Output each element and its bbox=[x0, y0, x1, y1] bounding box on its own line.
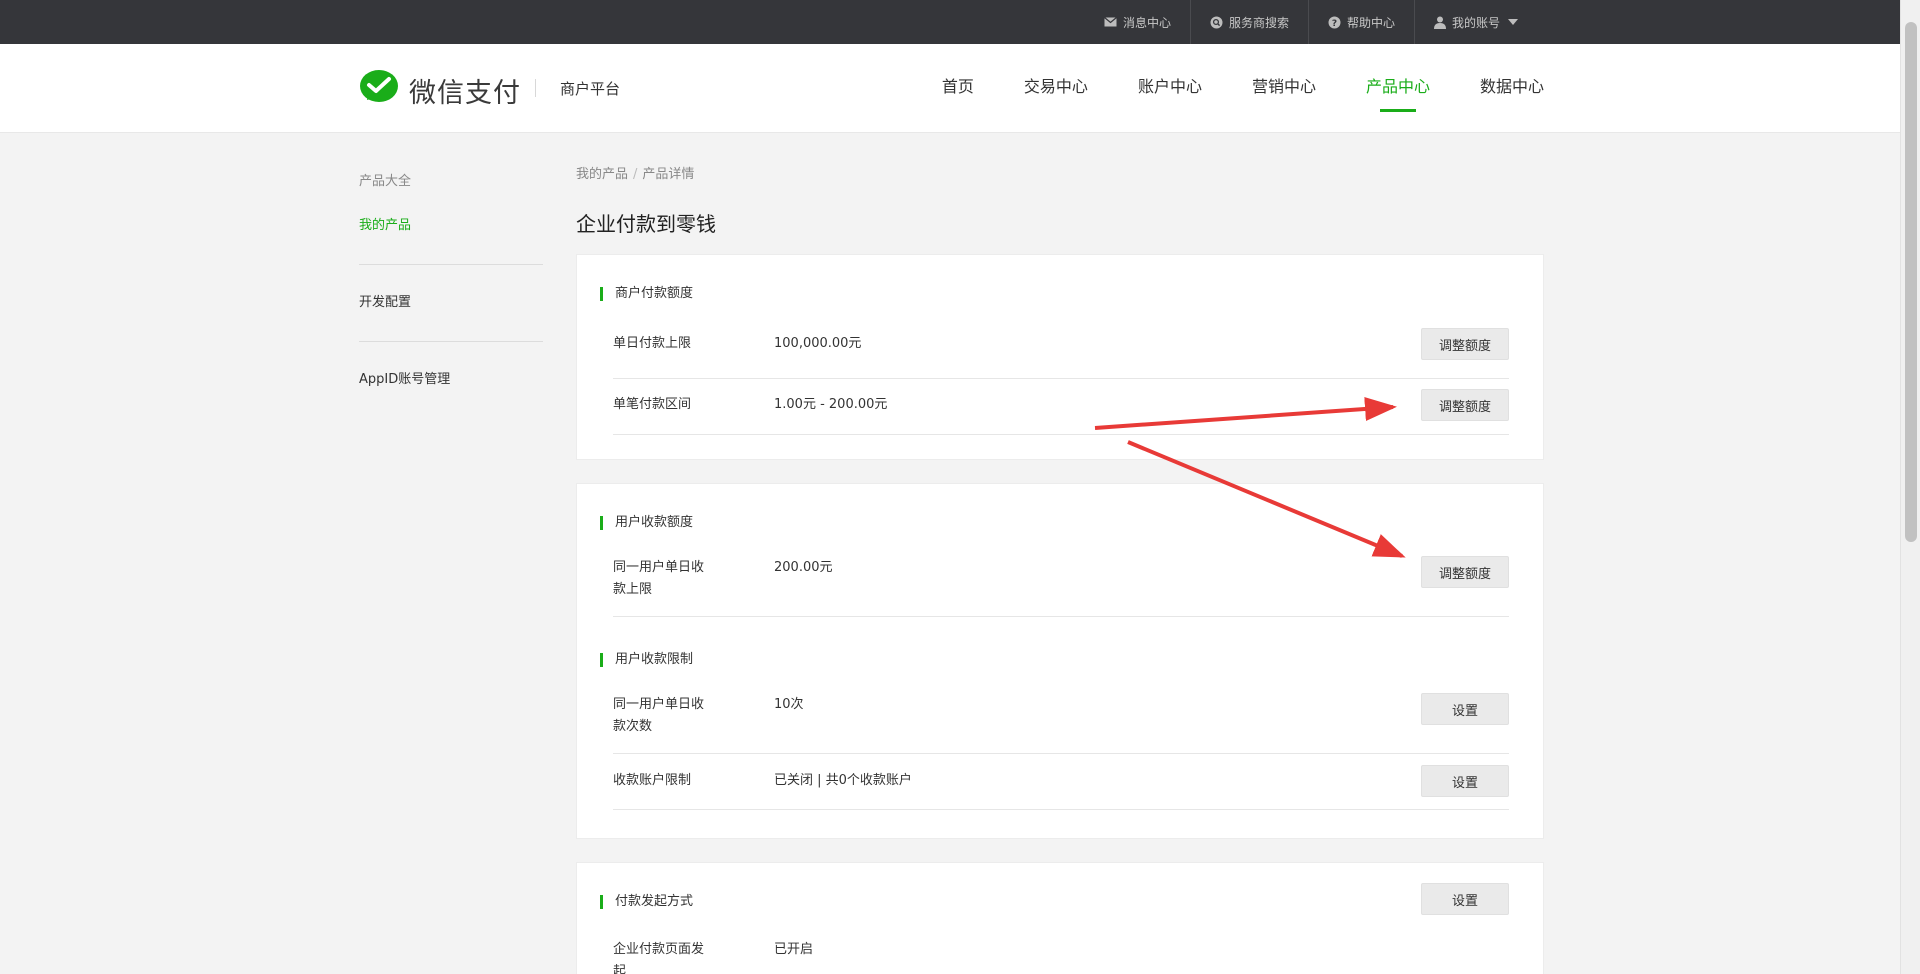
svg-text:?: ? bbox=[1332, 19, 1337, 29]
sidebar: 产品大全 我的产品 开发配置 AppID账号管理 bbox=[359, 160, 543, 418]
logo-divider bbox=[535, 79, 536, 97]
chevron-down-icon bbox=[1508, 19, 1518, 25]
adjust-single-range-button[interactable]: 调整额度 bbox=[1421, 389, 1509, 421]
row-user-daily-receive-limit: 同一用户单日收款上限 200.00元 调整额度 bbox=[613, 551, 1509, 617]
row-single-payment-range: 单笔付款区间 1.00元 - 200.00元 调整额度 bbox=[613, 379, 1509, 435]
row-value: 100,000.00元 bbox=[774, 336, 862, 351]
help-icon: ? bbox=[1328, 16, 1341, 29]
help-center-label: 帮助中心 bbox=[1346, 15, 1395, 30]
row-label: 单笔付款区间 bbox=[613, 397, 692, 412]
row-enterprise-page-initiate: 企业付款页面发起 已开启 bbox=[613, 931, 1509, 974]
logo-text: 微信支付 bbox=[409, 77, 521, 109]
nav-trade-center[interactable]: 交易中心 bbox=[1024, 44, 1088, 133]
row-label: 单日付款上限 bbox=[613, 336, 692, 351]
breadcrumb-my-products[interactable]: 我的产品 bbox=[576, 167, 628, 182]
sidebar-group-dev: 开发配置 bbox=[359, 265, 543, 342]
page-title: 企业付款到零钱 bbox=[576, 212, 716, 236]
row-label: 同一用户单日收款上限 bbox=[613, 560, 705, 597]
set-payment-method-button[interactable]: 设置 bbox=[1421, 883, 1509, 915]
sidebar-item-my-products[interactable]: 我的产品 bbox=[359, 204, 543, 248]
main-header: 微信支付 商户平台 首页 交易中心 账户中心 营销中心 产品中心 数据中心 bbox=[0, 44, 1900, 133]
sidebar-item-all-products[interactable]: 产品大全 bbox=[359, 160, 543, 204]
user-quota-card: 用户收款额度 同一用户单日收款上限 200.00元 调整额度 用户收款限制 同一… bbox=[576, 483, 1544, 839]
breadcrumb: 我的产品 / 产品详情 bbox=[576, 163, 694, 182]
nav-account-center[interactable]: 账户中心 bbox=[1138, 44, 1202, 133]
page-scrollbar[interactable] bbox=[1900, 0, 1920, 974]
scrollbar-thumb[interactable] bbox=[1905, 22, 1917, 542]
adjust-user-quota-button[interactable]: 调整额度 bbox=[1421, 556, 1509, 588]
message-center-link[interactable]: 消息中心 bbox=[1085, 0, 1190, 44]
row-value: 已关闭 | 共0个收款账户 bbox=[774, 773, 912, 788]
row-label: 企业付款页面发起 bbox=[613, 942, 705, 974]
row-label: 同一用户单日收款次数 bbox=[613, 697, 705, 734]
payment-method-card: 付款发起方式 设置 企业付款页面发起 已开启 bbox=[576, 862, 1544, 974]
top-bar-links: 消息中心 服务商搜索 ? 帮助中心 我的账号 bbox=[1085, 0, 1537, 44]
nav-home[interactable]: 首页 bbox=[942, 44, 974, 133]
nav-product-center[interactable]: 产品中心 bbox=[1366, 44, 1430, 133]
row-receive-account-limit: 收款账户限制 已关闭 | 共0个收款账户 设置 bbox=[613, 754, 1509, 810]
set-account-limit-button[interactable]: 设置 bbox=[1421, 765, 1509, 797]
row-label: 收款账户限制 bbox=[613, 773, 692, 788]
row-value: 200.00元 bbox=[774, 560, 833, 575]
breadcrumb-product-detail: 产品详情 bbox=[642, 167, 695, 182]
row-value: 已开启 bbox=[774, 942, 814, 957]
provider-search-link[interactable]: 服务商搜索 bbox=[1189, 0, 1308, 44]
set-receive-count-button[interactable]: 设置 bbox=[1421, 693, 1509, 725]
breadcrumb-separator: / bbox=[633, 167, 638, 182]
provider-search-label: 服务商搜索 bbox=[1228, 15, 1289, 30]
my-account-label: 我的账号 bbox=[1451, 15, 1500, 30]
row-user-daily-receive-count: 同一用户单日收款次数 10次 设置 bbox=[613, 688, 1509, 754]
help-center-link[interactable]: ? 帮助中心 bbox=[1307, 0, 1414, 44]
wechat-pay-logo-icon bbox=[359, 70, 399, 110]
sidebar-item-dev-config[interactable]: 开发配置 bbox=[359, 281, 543, 325]
adjust-daily-limit-button[interactable]: 调整额度 bbox=[1421, 328, 1509, 360]
search-icon bbox=[1210, 16, 1223, 29]
payment-method-header-row: 设置 bbox=[613, 883, 1509, 933]
message-center-label: 消息中心 bbox=[1122, 15, 1171, 30]
row-value: 10次 bbox=[774, 697, 804, 712]
top-bar: 消息中心 服务商搜索 ? 帮助中心 我的账号 bbox=[0, 0, 1900, 44]
row-daily-payment-limit: 单日付款上限 100,000.00元 调整额度 bbox=[613, 323, 1509, 379]
wechat-pay-logo[interactable]: 微信支付 bbox=[359, 70, 521, 110]
main-nav: 首页 交易中心 账户中心 营销中心 产品中心 数据中心 bbox=[892, 44, 1544, 133]
my-account-menu[interactable]: 我的账号 bbox=[1413, 0, 1537, 44]
row-value: 1.00元 - 200.00元 bbox=[774, 397, 888, 412]
nav-marketing-center[interactable]: 营销中心 bbox=[1252, 44, 1316, 133]
sidebar-group-appid: AppID账号管理 bbox=[359, 342, 543, 418]
sidebar-item-appid-manage[interactable]: AppID账号管理 bbox=[359, 358, 543, 402]
user-quota-title: 用户收款额度 bbox=[600, 516, 693, 530]
merchant-quota-title: 商户付款额度 bbox=[600, 287, 693, 301]
user-limit-title: 用户收款限制 bbox=[600, 653, 693, 667]
platform-name: 商户平台 bbox=[560, 80, 621, 98]
envelope-icon bbox=[1104, 17, 1117, 27]
nav-data-center[interactable]: 数据中心 bbox=[1480, 44, 1544, 133]
merchant-quota-card: 商户付款额度 单日付款上限 100,000.00元 调整额度 单笔付款区间 1.… bbox=[576, 254, 1544, 460]
user-icon bbox=[1433, 16, 1446, 29]
sidebar-group-products: 产品大全 我的产品 bbox=[359, 160, 543, 265]
